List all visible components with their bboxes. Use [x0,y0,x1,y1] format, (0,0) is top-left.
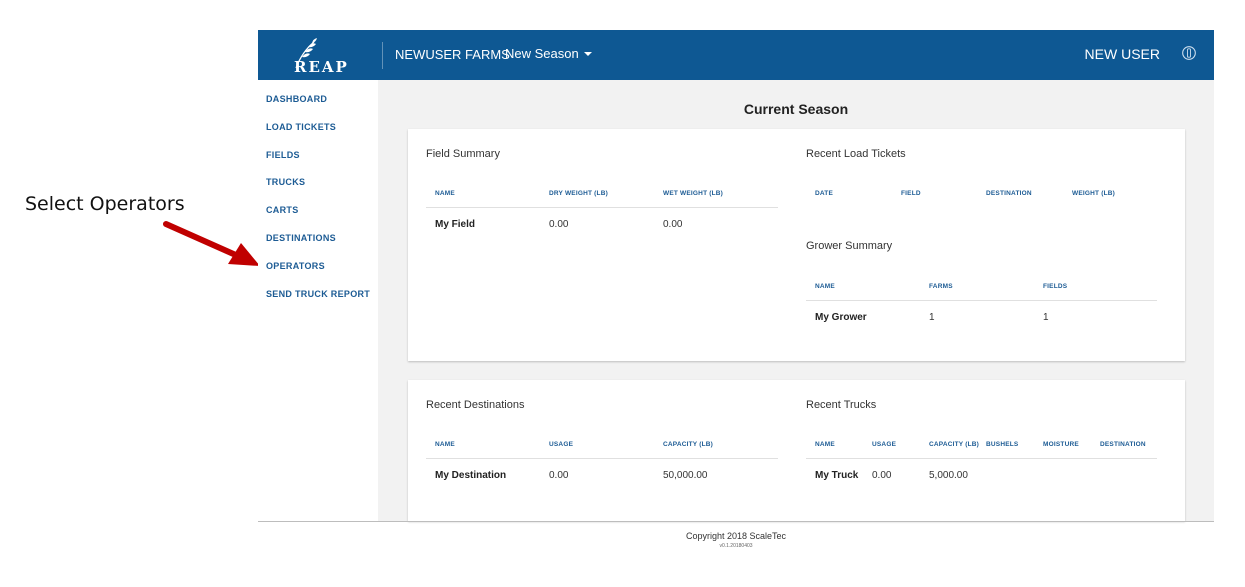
summary-card: Field Summary NAME DRY WEIGHT (LB) WET W… [408,129,1185,361]
sidebar-item-send-truck-report[interactable]: SEND TRUCK REPORT [266,289,370,299]
truck-capacity-cell: 5,000.00 [929,470,968,481]
recent-trucks-title: Recent Trucks [806,399,877,411]
destination-usage-cell: 0.00 [549,470,569,481]
divider [426,207,778,208]
trucks-header-moisture[interactable]: MOISTURE [1043,441,1079,448]
trucks-header-destination[interactable]: DESTINATION [1100,441,1146,448]
farms-count-cell: 1 [929,312,935,323]
load-tickets-header-field[interactable]: FIELD [901,190,921,197]
load-tickets-header-date[interactable]: DATE [815,190,833,197]
field-name-cell[interactable]: My Field [435,219,475,230]
grower-summary-header-farms[interactable]: FARMS [929,283,953,290]
recent-load-tickets-title: Recent Load Tickets [806,148,906,160]
divider [426,458,778,459]
destinations-header-name[interactable]: NAME [435,441,455,448]
wet-weight-cell: 0.00 [663,219,683,230]
sidebar-item-carts[interactable]: CARTS [266,205,299,215]
dry-weight-cell: 0.00 [549,219,569,230]
sidebar-item-dashboard[interactable]: DASHBOARD [266,94,327,104]
divider [806,300,1157,301]
destination-capacity-cell: 50,000.00 [663,470,708,481]
navbar-divider [382,42,383,69]
page-title: Current Season [743,101,849,117]
season-dropdown[interactable]: New Season [505,46,592,61]
sidebar-item-fields[interactable]: FIELDS [266,150,300,160]
recent-destinations-title: Recent Destinations [426,399,525,411]
load-tickets-header-weight[interactable]: WEIGHT (LB) [1072,190,1115,197]
copyright-text: Copyright 2018 ScaleTec [685,531,787,541]
fields-count-cell: 1 [1043,312,1049,323]
grower-summary-header-fields[interactable]: FIELDS [1043,283,1067,290]
sidebar: DASHBOARD LOAD TICKETS FIELDS TRUCKS CAR… [258,80,378,521]
season-label: New Season [505,46,579,61]
trucks-header-name[interactable]: NAME [815,441,835,448]
sidebar-item-trucks[interactable]: TRUCKS [266,177,305,187]
grower-name-cell[interactable]: My Grower [815,312,867,323]
trucks-header-bushels[interactable]: BUSHELS [986,441,1018,448]
destinations-header-usage[interactable]: USAGE [549,441,573,448]
logo-text: REAP [294,58,349,76]
footer-divider [258,521,1214,522]
divider [806,458,1157,459]
annotation-arrow-icon [163,221,260,266]
field-summary-header-wet-weight[interactable]: WET WEIGHT (LB) [663,190,723,197]
field-summary-header-name[interactable]: NAME [435,190,455,197]
grower-summary-header-name[interactable]: NAME [815,283,835,290]
recent-card: Recent Destinations NAME USAGE CAPACITY … [408,380,1185,521]
load-tickets-header-destination[interactable]: DESTINATION [986,190,1032,197]
user-menu[interactable]: NEW USER [1085,46,1160,62]
truck-name-cell[interactable]: My Truck [815,470,858,481]
main-content: Current Season Field Summary NAME DRY WE… [378,80,1214,521]
sidebar-item-load-tickets[interactable]: LOAD TICKETS [266,122,336,132]
power-icon[interactable] [1181,45,1197,61]
destination-name-cell[interactable]: My Destination [435,470,506,481]
field-summary-header-dry-weight[interactable]: DRY WEIGHT (LB) [549,190,608,197]
sidebar-item-operators[interactable]: OPERATORS [266,261,325,271]
field-summary-title: Field Summary [426,148,500,160]
farm-name[interactable]: NEWUSER FARMS [395,47,510,62]
reap-logo[interactable]: REAP [286,34,356,76]
sidebar-item-destinations[interactable]: DESTINATIONS [266,233,336,243]
annotation-label: Select Operators [25,193,185,215]
top-navbar: REAP NEWUSER FARMS New Season NEW USER [258,30,1214,80]
destinations-header-capacity[interactable]: CAPACITY (LB) [663,441,713,448]
trucks-header-usage[interactable]: USAGE [872,441,896,448]
trucks-header-capacity[interactable]: CAPACITY (LB) [929,441,979,448]
version-text: v0.1.20180403 [719,543,753,549]
caret-down-icon [583,52,592,56]
grower-summary-title: Grower Summary [806,240,893,252]
truck-usage-cell: 0.00 [872,470,892,481]
